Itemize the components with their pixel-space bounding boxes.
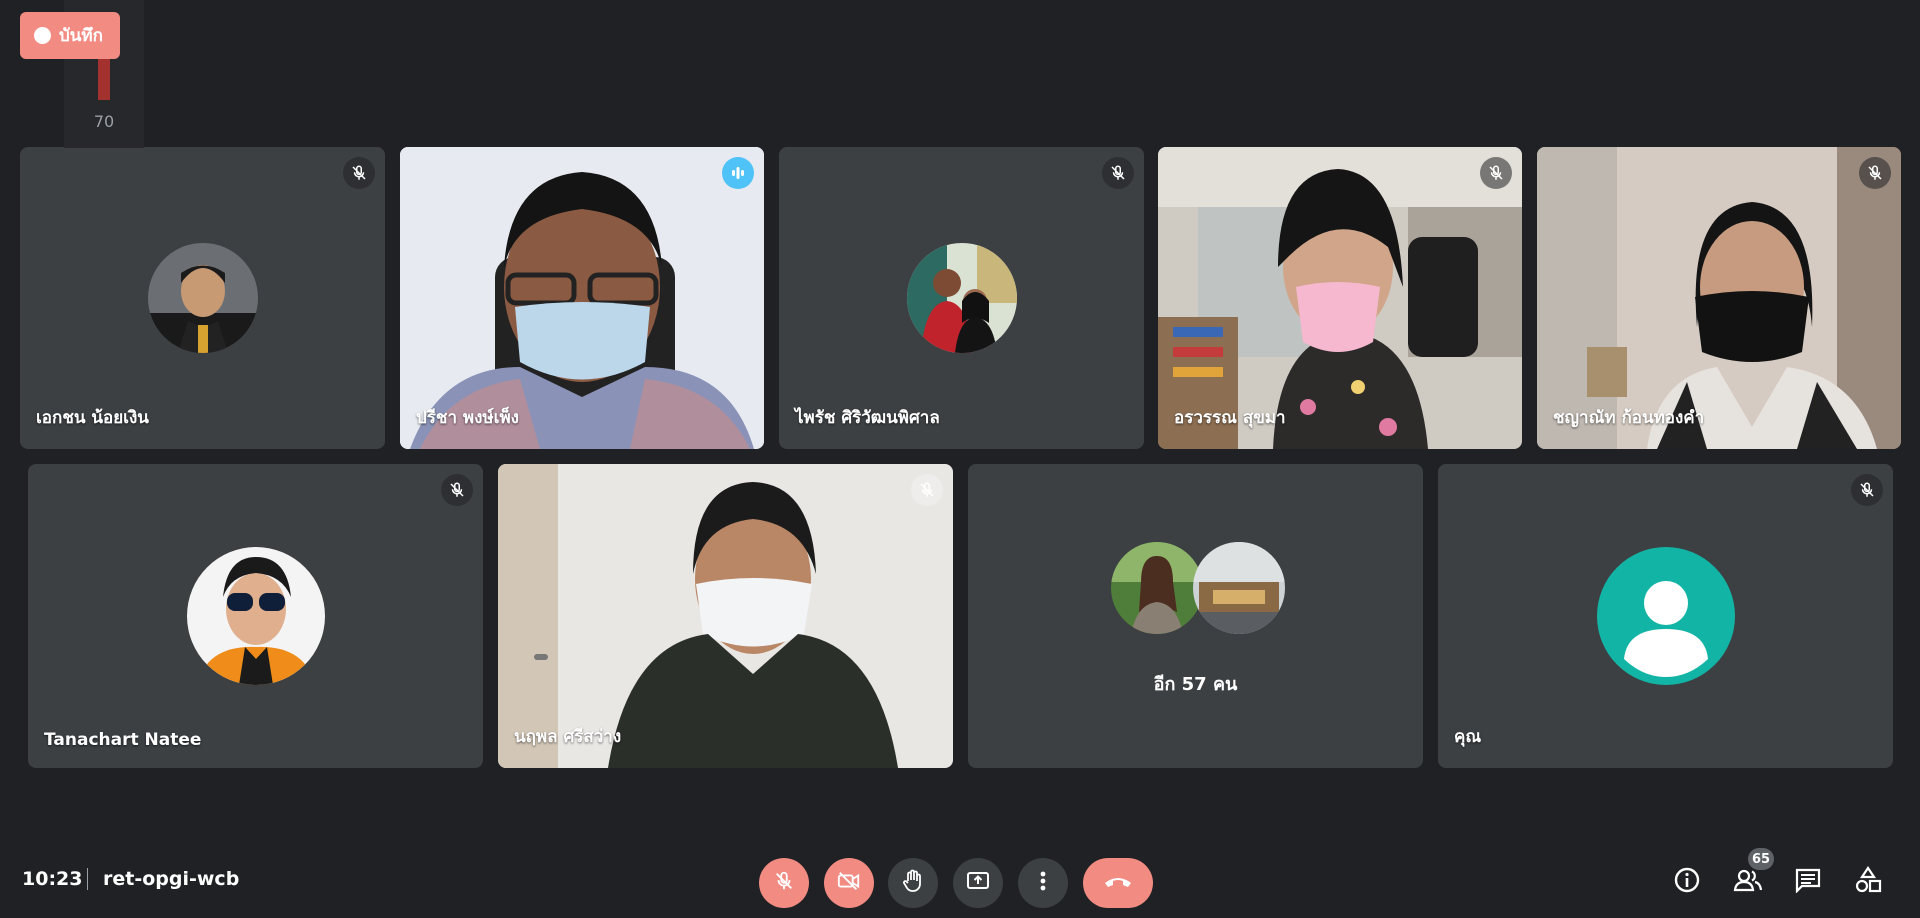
present-button[interactable] (953, 858, 1003, 908)
participant-tile[interactable]: นฤพล ศรีสว่าง (498, 464, 953, 768)
muted-mic-icon (343, 157, 375, 189)
participant-name: คุณ (1454, 727, 1482, 747)
meeting-code[interactable]: ret-opgi-wcb (103, 868, 239, 890)
info-icon (1673, 866, 1701, 898)
meeting-time: 10:23 (22, 868, 83, 890)
present-screen-icon (966, 870, 990, 896)
raise-hand-icon (902, 869, 924, 897)
level-value: 70 (93, 112, 115, 131)
meeting-details-button[interactable] (1669, 864, 1705, 900)
people-icon (1733, 868, 1763, 896)
camera-off-icon (837, 870, 861, 896)
leave-call-button[interactable] (1083, 858, 1153, 908)
participant-tile[interactable]: เอกชน น้อยเงิน (20, 147, 385, 449)
recording-badge[interactable]: บันทึก (20, 12, 120, 59)
mic-off-icon (773, 870, 795, 896)
activities-button[interactable] (1850, 864, 1886, 900)
more-participants-label: อีก 57 คน (1153, 674, 1238, 695)
participant-name: ไพรัช ศิริวัฒนพิศาล (795, 408, 940, 428)
avatar (906, 243, 1017, 353)
others-tile[interactable]: อีก 57 คน (968, 464, 1423, 768)
participants-count-badge: 65 (1748, 848, 1774, 870)
muted-mic-icon (1480, 157, 1512, 189)
avatar (1193, 542, 1285, 634)
self-tile[interactable]: คุณ (1438, 464, 1893, 768)
mic-toggle-button[interactable] (759, 858, 809, 908)
more-options-icon (1040, 870, 1046, 896)
avatar (186, 547, 325, 685)
record-dot-icon (34, 27, 51, 44)
activities-icon (1854, 866, 1882, 898)
divider (87, 868, 88, 890)
camera-toggle-button[interactable] (824, 858, 874, 908)
more-options-button[interactable] (1018, 858, 1068, 908)
speaking-indicator-icon (722, 157, 754, 189)
participant-name: ปรีชา พงษ์เพ็ง (416, 408, 519, 428)
recording-label: บันทึก (59, 26, 103, 46)
participant-tile[interactable]: อรวรรณ สุขมา (1158, 147, 1522, 449)
muted-mic-icon (1859, 157, 1891, 189)
participant-name: Tanachart Natee (44, 730, 202, 750)
participant-name: ชญาณัท ก้อนทองคำ (1553, 408, 1705, 428)
chat-icon (1794, 867, 1822, 897)
muted-mic-icon (1851, 474, 1883, 506)
raise-hand-button[interactable] (888, 858, 938, 908)
muted-mic-icon (1102, 157, 1134, 189)
end-call-icon (1103, 874, 1133, 893)
participant-name: นฤพล ศรีสว่าง (514, 727, 622, 747)
participant-tile[interactable]: ไพรัช ศิริวัฒนพิศาล (779, 147, 1144, 449)
chat-button[interactable] (1790, 864, 1826, 900)
participant-tile-speaking[interactable]: ปรีชา พงษ์เพ็ง (400, 147, 764, 449)
participant-name: เอกชน น้อยเงิน (36, 408, 149, 428)
participant-name: อรวรรณ สุขมา (1174, 408, 1286, 428)
avatar (1111, 542, 1203, 634)
muted-mic-icon (441, 474, 473, 506)
avatar (147, 243, 258, 353)
participant-tile[interactable]: ชญาณัท ก้อนทองคำ (1537, 147, 1901, 449)
self-avatar-icon (1596, 547, 1735, 685)
bottom-bar: 10:23 ret-opgi-wcb (0, 838, 1920, 918)
muted-mic-icon (911, 474, 943, 506)
participant-tile[interactable]: Tanachart Natee (28, 464, 483, 768)
